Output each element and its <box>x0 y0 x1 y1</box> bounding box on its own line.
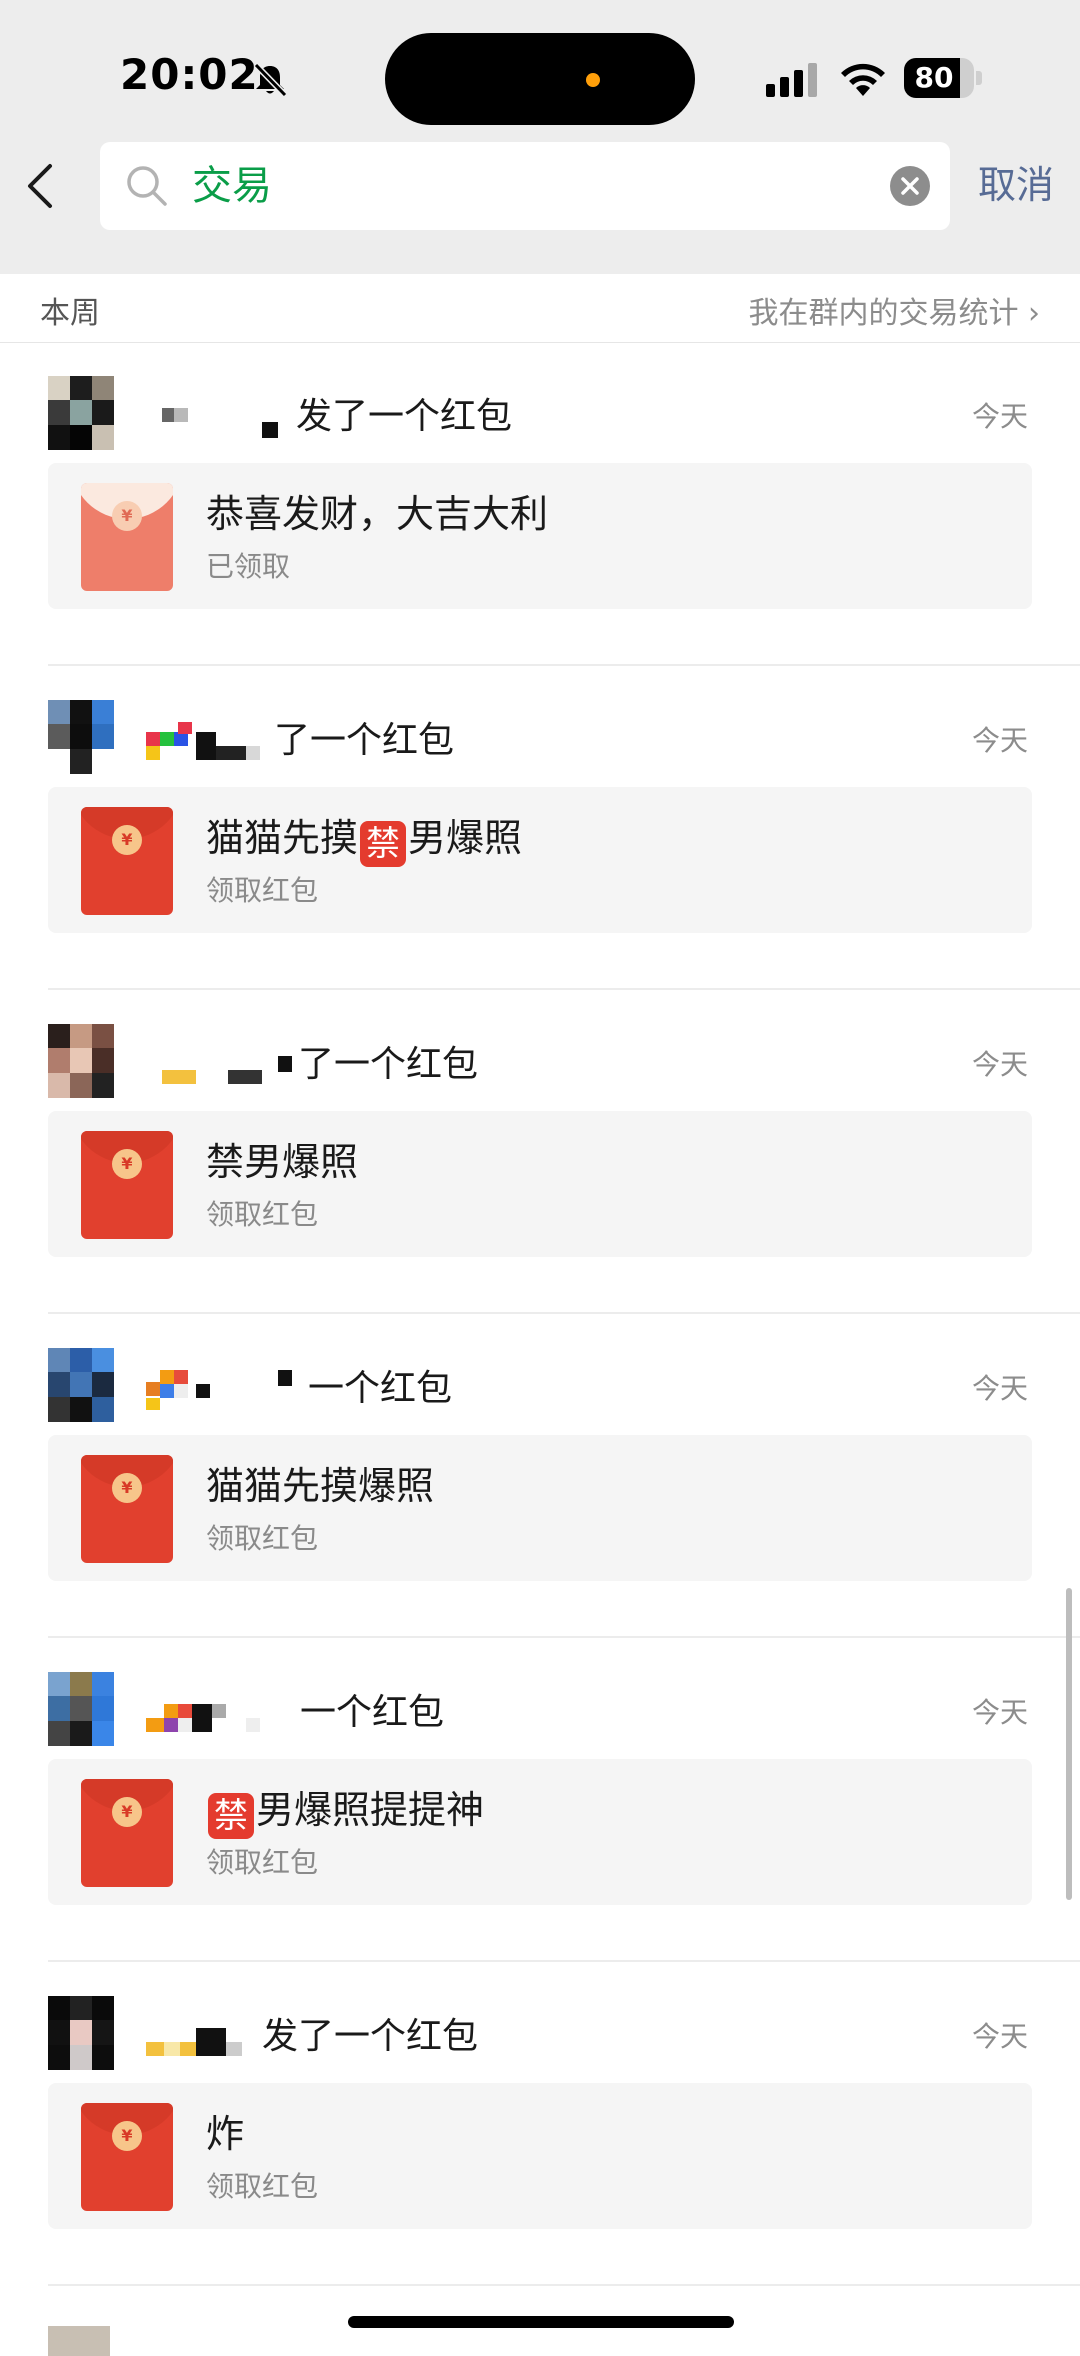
divider <box>48 1960 1080 1962</box>
top-area: 20:02 80 交易 取消 <box>0 0 1080 274</box>
red-packet-card[interactable]: ¥ 炸 领取红包 <box>48 2083 1032 2229</box>
item-title: 发了一个红包 <box>296 396 513 437</box>
list-item[interactable]: 了一个红包 今天 ¥ 猫猫先摸禁男爆照 领取红包 <box>0 667 1080 990</box>
red-packet-icon: ¥ <box>81 1779 173 1887</box>
avatar <box>48 1348 114 1422</box>
red-packet-opened-icon: ¥ <box>81 483 173 591</box>
item-title: 一个红包 <box>308 1368 453 1409</box>
divider <box>48 988 1080 990</box>
divider <box>48 664 1080 666</box>
red-packet-card[interactable]: ¥ 禁男爆照提提神 领取红包 <box>48 1759 1032 1905</box>
battery-level: 80 <box>914 61 954 94</box>
avatar <box>48 1024 114 1098</box>
bell-muted-icon <box>253 62 288 98</box>
divider <box>48 1636 1080 1638</box>
red-packet-message: 恭喜发财，大吉大利 <box>206 492 549 536</box>
avatar <box>48 1672 114 1746</box>
red-packet-message: 猫猫先摸禁男爆照 <box>206 807 522 867</box>
cancel-button[interactable]: 取消 <box>978 160 1054 210</box>
red-packet-icon: ¥ <box>81 807 173 915</box>
divider <box>48 1312 1080 1314</box>
red-packet-card[interactable]: ¥ 禁男爆照 领取红包 <box>48 1111 1032 1257</box>
item-title: 一个红包 <box>300 1692 445 1733</box>
red-packet-message: 禁男爆照提提神 <box>206 1779 484 1839</box>
item-time: 今天 <box>971 724 1028 757</box>
week-section-header: 本周 我在群内的交易统计 › <box>0 274 1080 343</box>
back-chevron-icon[interactable] <box>18 158 62 214</box>
red-packet-status: 已领取 <box>206 550 291 583</box>
red-packet-status: 领取红包 <box>206 1522 319 1555</box>
avatar <box>48 1996 114 2070</box>
battery-icon: 80 <box>904 58 982 98</box>
item-time: 今天 <box>971 1048 1028 1081</box>
search-input[interactable]: 交易 <box>100 142 950 230</box>
list-item[interactable]: 发了一个红包 今天 ¥ 炸 领取红包 <box>0 1963 1080 2286</box>
red-packet-icon: ¥ <box>81 1131 173 1239</box>
wifi-icon <box>841 63 885 96</box>
item-title: 发了一个红包 <box>262 2016 479 2057</box>
ban-emoji-icon: 禁 <box>360 821 407 867</box>
sender-name-redacted <box>146 1370 296 1410</box>
search-icon <box>127 166 167 206</box>
sender-name-redacted <box>146 1694 276 1734</box>
clear-icon[interactable] <box>890 166 930 206</box>
red-packet-icon: ¥ <box>81 1455 173 1563</box>
avatar <box>48 2326 110 2356</box>
list-item[interactable]: 一个红包 今天 ¥ 禁男爆照提提神 领取红包 <box>0 1639 1080 1962</box>
item-time: 今天 <box>971 2020 1028 2053</box>
red-packet-icon: ¥ <box>81 2103 173 2211</box>
red-packet-status: 领取红包 <box>206 874 319 907</box>
item-time: 今天 <box>971 400 1028 433</box>
ban-emoji-icon: 禁 <box>208 1793 254 1839</box>
sender-name-redacted <box>146 722 276 762</box>
red-packet-message: 炸 <box>206 2112 245 2156</box>
sender-name-redacted <box>146 2018 256 2058</box>
scrollbar[interactable] <box>1066 1588 1072 1900</box>
cellular-signal-icon <box>766 63 817 97</box>
red-packet-status: 领取红包 <box>206 1198 319 1231</box>
sender-name-redacted <box>162 1046 292 1086</box>
sender-name-redacted <box>162 398 282 438</box>
red-packet-card[interactable]: ¥ 猫猫先摸禁男爆照 领取红包 <box>48 787 1032 933</box>
red-packet-status: 领取红包 <box>206 1846 319 1879</box>
week-label: 本周 <box>40 296 100 331</box>
list-item[interactable]: 了一个红包 今天 ¥ 禁男爆照 领取红包 <box>0 991 1080 1314</box>
home-indicator[interactable] <box>348 2316 734 2328</box>
item-title: 了一个红包 <box>298 1044 479 1085</box>
privacy-indicator-dot <box>586 73 600 87</box>
red-packet-message: 猫猫先摸爆照 <box>206 1464 435 1508</box>
list-item[interactable]: 一个红包 今天 ¥ 猫猫先摸爆照 领取红包 <box>0 1315 1080 1638</box>
red-packet-card[interactable]: ¥ 恭喜发财，大吉大利 已领取 <box>48 463 1032 609</box>
search-query: 交易 <box>192 163 272 209</box>
list-item[interactable]: 发了一个红包 今天 ¥ 恭喜发财，大吉大利 已领取 <box>0 343 1080 666</box>
red-packet-status: 领取红包 <box>206 2170 319 2203</box>
status-time: 20:02 <box>120 50 259 99</box>
red-packet-message: 禁男爆照 <box>206 1140 359 1184</box>
divider <box>48 2284 1080 2286</box>
red-packet-card[interactable]: ¥ 猫猫先摸爆照 领取红包 <box>48 1435 1032 1581</box>
item-title: 了一个红包 <box>274 720 455 761</box>
avatar <box>48 700 114 774</box>
item-time: 今天 <box>971 1696 1028 1729</box>
item-time: 今天 <box>971 1372 1028 1405</box>
dynamic-island <box>385 33 695 125</box>
transaction-stats-link[interactable]: 我在群内的交易统计 › <box>748 288 1040 332</box>
avatar <box>48 376 114 450</box>
